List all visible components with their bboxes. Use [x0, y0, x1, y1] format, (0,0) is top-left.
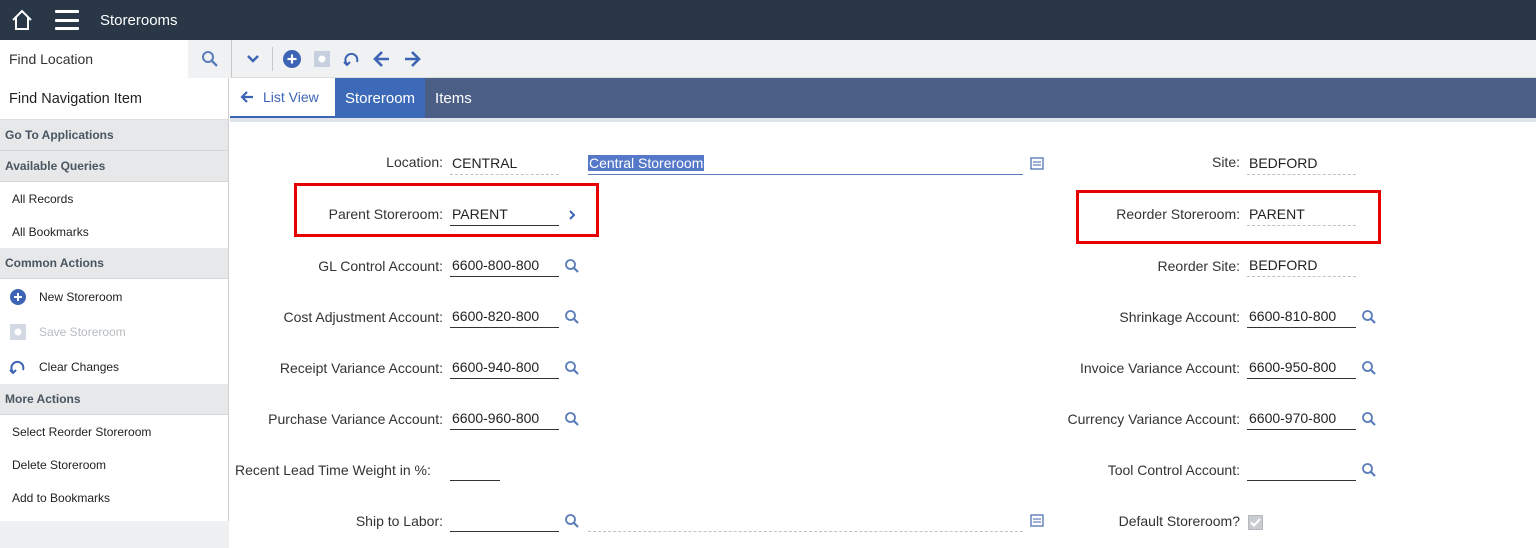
default-storeroom-label: Default Storeroom? [1118, 513, 1240, 529]
toolbar-divider [272, 47, 273, 71]
action-save-storeroom[interactable]: Save Storeroom [0, 314, 228, 349]
query-all-records[interactable]: All Records [0, 182, 228, 215]
default-storeroom-checkbox[interactable] [1248, 515, 1263, 530]
find-location-input[interactable] [0, 40, 188, 78]
purchase-variance-account-field[interactable]: 6600-960-800 [450, 408, 559, 430]
section-more-actions[interactable]: More Actions [0, 384, 228, 415]
action-label: Clear Changes [39, 359, 120, 374]
action-label: Save Storeroom [39, 324, 126, 339]
arrow-left-icon [240, 91, 253, 103]
dropdown-button[interactable] [240, 46, 266, 72]
site-label: Site: [1211, 154, 1240, 170]
add-circle-icon [10, 288, 26, 305]
toolbar-actions [240, 40, 431, 78]
gl-control-account-field[interactable]: 6600-800-800 [450, 255, 559, 277]
save-icon [314, 51, 330, 67]
search-icon[interactable] [564, 513, 580, 529]
tab-items[interactable]: Items [425, 78, 482, 118]
action-add-to-bookmarks[interactable]: Add to Bookmarks [0, 481, 228, 514]
currency-variance-account-label: Currency Variance Account: [1067, 411, 1241, 427]
tab-list-view[interactable]: List View [230, 78, 335, 118]
save-button[interactable] [309, 46, 335, 72]
section-common-actions[interactable]: Common Actions [0, 248, 228, 279]
action-clear-changes[interactable]: Clear Changes [0, 349, 228, 384]
tool-control-account-field[interactable] [1247, 459, 1356, 481]
reorder-storeroom-highlight [1076, 190, 1381, 244]
shrinkage-account-field[interactable]: 6600-810-800 [1247, 306, 1356, 328]
app-header: Storerooms [0, 0, 1536, 40]
save-icon [10, 323, 26, 340]
tab-bar: List View Storeroom Items [230, 78, 1536, 118]
cost-adjustment-account-label: Cost Adjustment Account: [283, 309, 443, 325]
receipt-variance-account-field[interactable]: 6600-940-800 [450, 357, 559, 379]
nav-footer [0, 521, 229, 548]
new-record-button[interactable] [279, 46, 305, 72]
arrow-left-icon [373, 51, 389, 67]
section-available-queries[interactable]: Available Queries [0, 151, 228, 182]
next-record-button[interactable] [399, 46, 425, 72]
tab-storeroom[interactable]: Storeroom [335, 78, 426, 118]
parent-storeroom-highlight [294, 183, 599, 237]
app-title: Storerooms [100, 11, 178, 29]
gl-control-account-label: GL Control Account: [318, 258, 443, 274]
location-label: Location: [386, 154, 443, 170]
search-icon[interactable] [564, 411, 580, 427]
search-icon[interactable] [564, 309, 580, 325]
lead-time-weight-field[interactable] [450, 459, 500, 481]
reorder-site-label: Reorder Site: [1157, 258, 1240, 274]
receipt-variance-account-label: Receipt Variance Account: [279, 360, 443, 376]
find-navigation-item[interactable]: Find Navigation Item [0, 78, 228, 120]
previous-record-button[interactable] [369, 46, 395, 72]
tab-label: List View [263, 89, 319, 105]
chevron-down-icon [247, 55, 259, 63]
section-go-to-applications[interactable]: Go To Applications [0, 120, 228, 151]
ship-to-labor-label: Ship to Labor: [355, 513, 443, 529]
search-icon[interactable] [1361, 309, 1377, 325]
location-description-text: Central Storeroom [588, 155, 705, 171]
currency-variance-account-field[interactable]: 6600-970-800 [1247, 408, 1356, 430]
lead-time-weight-label: Recent Lead Time Weight in %: [235, 462, 431, 478]
ship-to-labor-field[interactable] [450, 510, 559, 532]
find-location-search-button[interactable] [188, 40, 232, 78]
search-icon[interactable] [1361, 411, 1377, 427]
search-icon [201, 51, 218, 67]
find-location-field [0, 40, 188, 78]
location-field[interactable]: CENTRAL [450, 153, 559, 175]
arrow-right-icon [405, 51, 421, 67]
tool-control-account-label: Tool Control Account: [1107, 462, 1240, 478]
action-label: New Storeroom [39, 289, 123, 304]
purchase-variance-account-label: Purchase Variance Account: [268, 411, 443, 427]
site-field[interactable]: BEDFORD [1247, 153, 1356, 175]
invoice-variance-account-label: Invoice Variance Account: [1079, 360, 1240, 376]
action-new-storeroom[interactable]: New Storeroom [0, 279, 228, 314]
search-icon[interactable] [564, 258, 580, 274]
clear-changes-button[interactable] [339, 46, 365, 72]
toolbar [0, 40, 1536, 78]
long-description-icon[interactable] [1029, 513, 1045, 529]
search-icon[interactable] [564, 360, 580, 376]
action-select-reorder-storeroom[interactable]: Select Reorder Storeroom [0, 415, 228, 448]
cost-adjustment-account-field[interactable]: 6600-820-800 [450, 306, 559, 328]
reorder-site-field[interactable]: BEDFORD [1247, 255, 1356, 277]
search-icon[interactable] [1361, 462, 1377, 478]
undo-icon [343, 52, 359, 67]
undo-icon [9, 360, 25, 374]
ship-to-labor-description-field[interactable] [588, 510, 1023, 532]
add-circle-icon [283, 50, 301, 68]
hamburger-menu-icon[interactable] [55, 10, 79, 30]
location-description-field[interactable]: Central Storeroom [588, 153, 1023, 175]
long-description-icon[interactable] [1029, 156, 1045, 172]
shrinkage-account-label: Shrinkage Account: [1119, 309, 1240, 325]
home-icon[interactable] [11, 9, 33, 31]
left-navigation: Find Navigation Item Go To Applications … [0, 78, 229, 548]
search-icon[interactable] [1361, 360, 1377, 376]
action-delete-storeroom[interactable]: Delete Storeroom [0, 448, 228, 481]
query-all-bookmarks[interactable]: All Bookmarks [0, 215, 228, 248]
storeroom-form: Location: CENTRAL Central Storeroom Site… [230, 122, 1536, 548]
invoice-variance-account-field[interactable]: 6600-950-800 [1247, 357, 1356, 379]
